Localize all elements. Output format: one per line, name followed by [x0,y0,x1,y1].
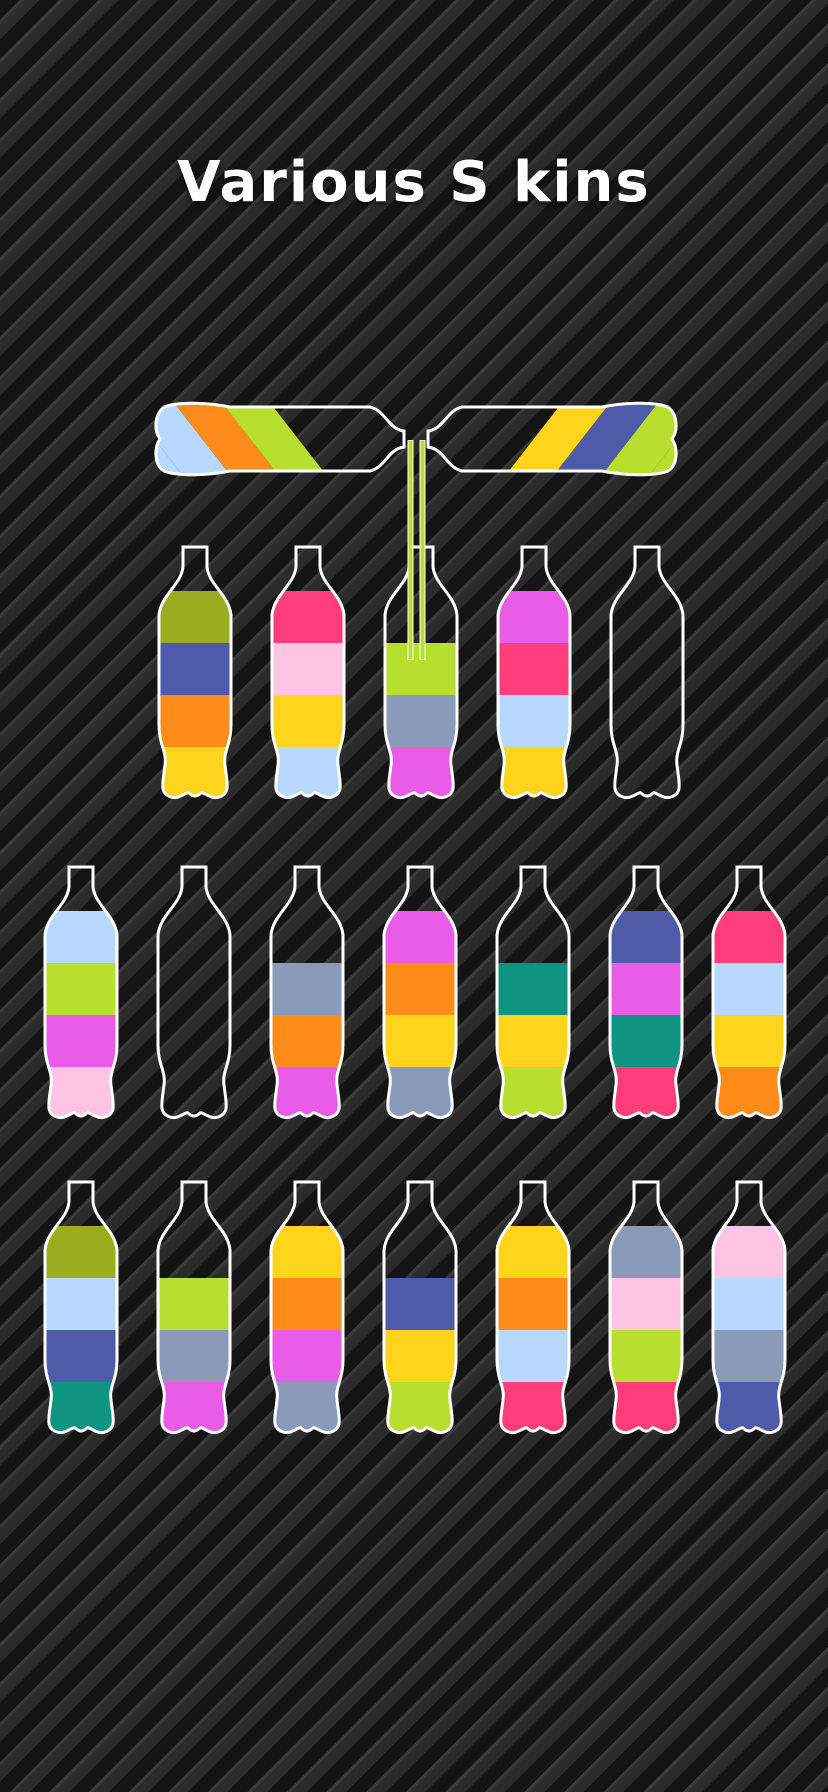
bottle[interactable] [707,865,791,1121]
bottle-graphic [43,1180,119,1435]
liquid-layer [610,963,682,1015]
bottle-graphic [156,1180,232,1435]
bottle-graphic [608,865,684,1120]
bottle[interactable] [604,1180,688,1436]
stream-line [407,439,414,661]
liquid-layer [384,1015,456,1067]
bottle-graphic [495,865,571,1120]
liquid-layer [384,1278,456,1330]
bottle-graphic [608,1180,684,1435]
bottle[interactable] [266,545,350,801]
liquid-layer [497,963,569,1015]
bottle-graphic [157,545,233,800]
bottle[interactable] [491,1180,575,1436]
liquid-layer [158,1278,230,1330]
liquid-layer [159,695,231,747]
liquid-layer [271,1015,343,1067]
bottle[interactable] [707,1180,791,1436]
liquid-layer [271,963,343,1015]
liquid-layer [610,1278,682,1330]
bottle-graphic [43,865,119,1120]
liquid-layer [45,1330,117,1382]
bottle-graphic [156,865,232,1120]
bottle[interactable] [39,865,123,1121]
liquid-layer [713,1330,785,1382]
liquid-layer [45,1015,117,1067]
stream-line [419,439,426,661]
liquid-layer [271,1330,343,1382]
bottle-graphic [495,1180,571,1435]
bottle-graphic [609,545,685,800]
liquid-layer [272,643,344,695]
liquid-layer [610,1330,682,1382]
bottle[interactable] [378,865,462,1121]
bottle-graphic [711,1180,787,1435]
liquid-layer [497,1015,569,1067]
pouring-bottle[interactable] [422,395,682,485]
bottle-graphic [270,545,346,800]
bottle[interactable] [265,1180,349,1436]
pouring-bottle-graphic [426,401,678,477]
bottle[interactable] [605,545,689,801]
bottle[interactable] [492,545,576,801]
pour-stream [404,439,428,661]
bottle[interactable] [153,545,237,801]
pouring-bottle[interactable] [150,395,410,485]
liquid-layer [384,1330,456,1382]
bottle-graphic [269,865,345,1120]
liquid-layer [713,963,785,1015]
liquid-layer [498,695,570,747]
liquid-layer [498,643,570,695]
bottle[interactable] [39,1180,123,1436]
liquid-layer [384,963,456,1015]
liquid-layer [45,1278,117,1330]
liquid-layer [713,1015,785,1067]
liquid-layer [713,1278,785,1330]
bottle[interactable] [604,865,688,1121]
liquid-layer [497,1330,569,1382]
game-board [0,0,828,1792]
bottle[interactable] [265,865,349,1121]
liquid-layer [159,643,231,695]
liquid-layer [271,1278,343,1330]
liquid-layer [385,695,457,747]
liquid-layer [610,1015,682,1067]
liquid-layer [272,695,344,747]
bottle[interactable] [378,1180,462,1436]
bottle-graphic [711,865,787,1120]
liquid-layer [158,1330,230,1382]
bottle[interactable] [152,865,236,1121]
bottle-graphic [382,1180,458,1435]
liquid-layer [45,963,117,1015]
bottle-graphic [269,1180,345,1435]
bottle-outline [609,545,685,800]
bottle-outline [156,865,232,1120]
bottle[interactable] [491,865,575,1121]
pouring-bottle-graphic [154,401,406,477]
bottle[interactable] [152,1180,236,1436]
bottle-graphic [496,545,572,800]
liquid-layer [497,1278,569,1330]
bottle-graphic [382,865,458,1120]
